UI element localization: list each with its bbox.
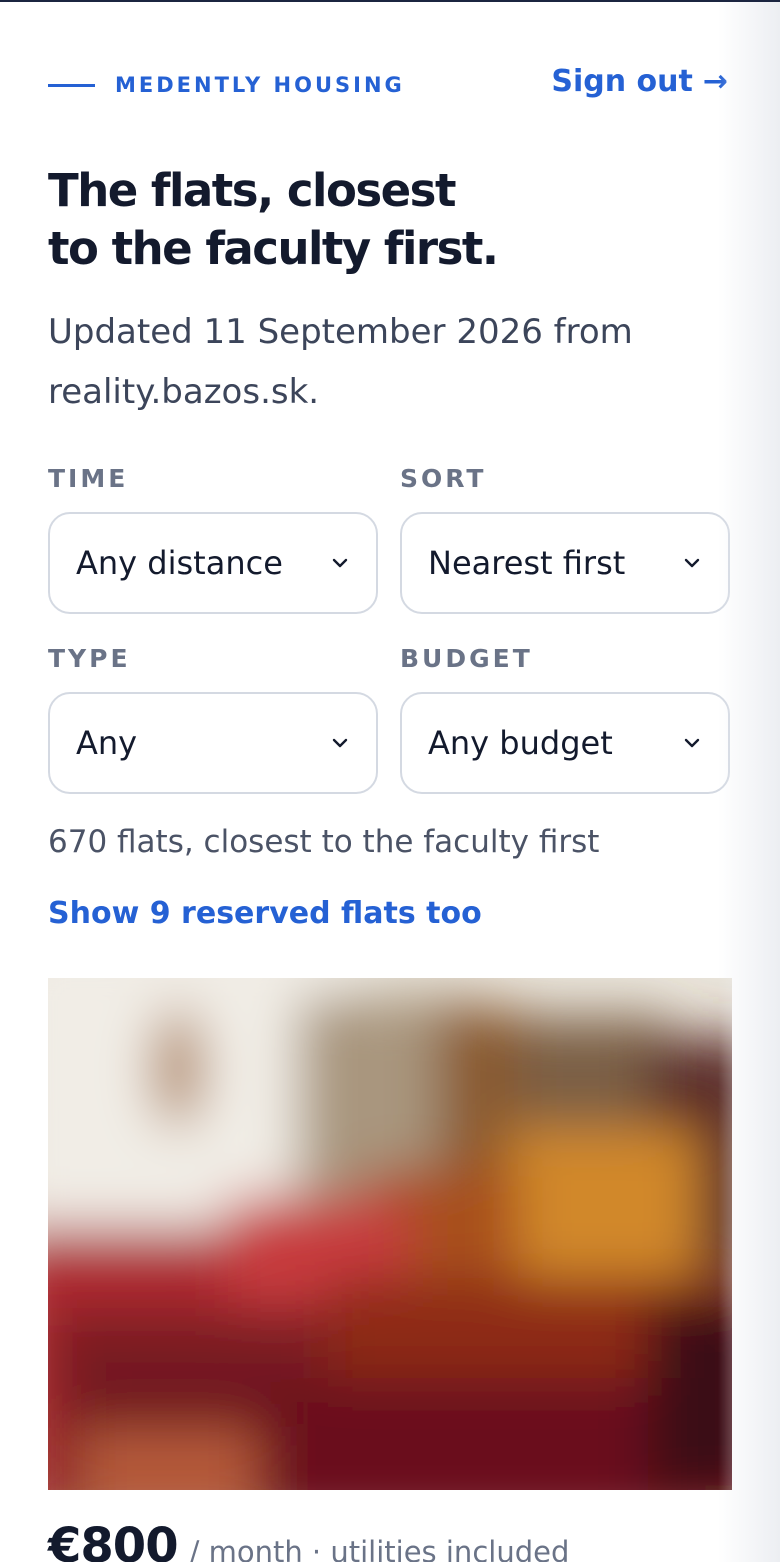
listing-price-row: €800 / month · utilities included bbox=[48, 1518, 569, 1562]
listing-price: €800 bbox=[48, 1518, 179, 1562]
sort-select[interactable]: Nearest first bbox=[400, 512, 730, 614]
arrow-right-icon: → bbox=[702, 64, 728, 99]
brand-rule bbox=[48, 83, 95, 87]
listing-price-meta: / month · utilities included bbox=[189, 1535, 570, 1562]
sort-select-value: Nearest first bbox=[428, 544, 626, 582]
brand-name: MEDENTLY HOUSING bbox=[115, 73, 405, 97]
top-border bbox=[0, 0, 780, 2]
sign-out-link[interactable]: Sign out → bbox=[551, 64, 728, 99]
time-filter-label: TIME bbox=[48, 464, 129, 493]
results-count: 670 flats, closest to the faculty first bbox=[48, 824, 600, 860]
page: MEDENTLY HOUSING Sign out → The flats, c… bbox=[0, 0, 780, 1562]
type-select[interactable]: Any bbox=[48, 692, 378, 794]
budget-select-value: Any budget bbox=[428, 724, 613, 762]
type-filter-label: TYPE bbox=[48, 644, 131, 673]
page-title-line-1: The flats, closest bbox=[48, 164, 456, 217]
chevron-down-icon bbox=[332, 735, 348, 751]
chevron-down-icon bbox=[684, 555, 700, 571]
budget-filter-label: BUDGET bbox=[400, 644, 533, 673]
chevron-down-icon bbox=[332, 555, 348, 571]
sort-filter-label: SORT bbox=[400, 464, 487, 493]
time-select-value: Any distance bbox=[76, 544, 283, 582]
page-title: The flats, closest to the faculty first. bbox=[48, 162, 499, 278]
chevron-down-icon bbox=[684, 735, 700, 751]
budget-select[interactable]: Any budget bbox=[400, 692, 730, 794]
listing-photo-image bbox=[48, 978, 732, 1490]
show-reserved-link[interactable]: Show 9 reserved flats too bbox=[48, 896, 482, 931]
update-note: Updated 11 September 2026 from reality.b… bbox=[48, 312, 633, 412]
type-select-value: Any bbox=[76, 724, 138, 762]
page-title-line-2: to the faculty first. bbox=[48, 222, 499, 275]
brand: MEDENTLY HOUSING bbox=[48, 70, 405, 100]
listing-photo[interactable] bbox=[48, 978, 732, 1490]
time-select[interactable]: Any distance bbox=[48, 512, 378, 614]
sign-out-label: Sign out bbox=[551, 64, 693, 99]
